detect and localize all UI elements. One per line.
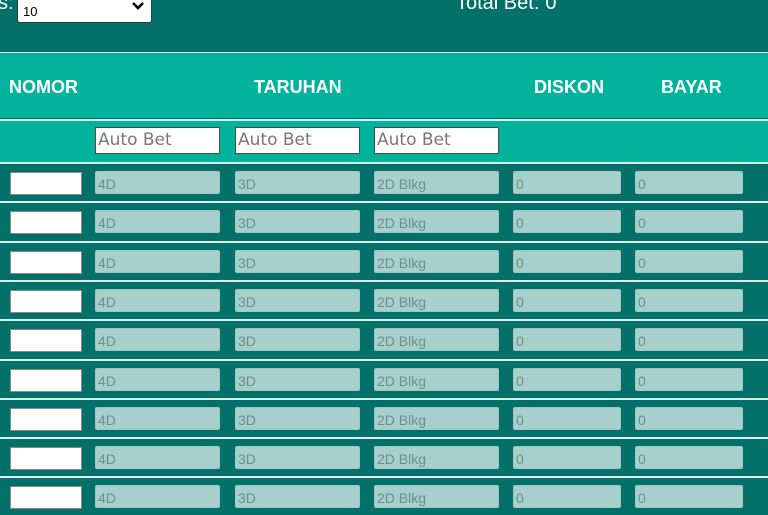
diskon-field[interactable]: 0	[513, 407, 621, 430]
bet-3d-input[interactable]: 3D	[235, 407, 360, 430]
table-row: 4D 3D 2D Blkg 0 0	[0, 162, 768, 201]
diskon-field[interactable]: 0	[513, 446, 621, 469]
nomor-input[interactable]	[10, 172, 82, 195]
bet-2d-input[interactable]: 2D Blkg	[374, 485, 499, 508]
auto-bet-3d-input[interactable]: Auto Bet	[235, 127, 360, 154]
diskon-field[interactable]: 0	[513, 289, 621, 312]
auto-bet-4d-input[interactable]: Auto Bet	[95, 127, 220, 154]
nomor-input[interactable]	[10, 211, 82, 234]
table-row: 4D 3D 2D Blkg 0 0	[0, 476, 768, 515]
nomor-input[interactable]	[10, 408, 82, 431]
bet-2d-input[interactable]: 2D Blkg	[374, 407, 499, 430]
table-row: 4D 3D 2D Blkg 0 0	[0, 437, 768, 476]
nomor-input[interactable]	[10, 447, 82, 470]
bet-2d-input[interactable]: 2D Blkg	[374, 328, 499, 351]
bayar-field[interactable]: 0	[635, 446, 743, 469]
diskon-field[interactable]: 0	[513, 171, 621, 194]
table-row: 4D 3D 2D Blkg 0 0	[0, 241, 768, 280]
total-bet: Total Bet: 0	[456, 0, 557, 15]
bet-4d-input[interactable]: 4D	[95, 210, 220, 233]
table-row: 4D 3D 2D Blkg 0 0	[0, 319, 768, 358]
bet-3d-input[interactable]: 3D	[235, 446, 360, 469]
auto-bet-row: Auto Bet Auto Bet Auto Bet	[0, 119, 768, 162]
bet-3d-input[interactable]: 3D	[235, 250, 360, 273]
bet-2d-input[interactable]: 2D Blkg	[374, 250, 499, 273]
bet-4d-input[interactable]: 4D	[95, 250, 220, 273]
rows-per-page-value: 10	[23, 4, 38, 19]
bet-2d-input[interactable]: 2D Blkg	[374, 446, 499, 469]
diskon-field[interactable]: 0	[513, 210, 621, 233]
nomor-input[interactable]	[10, 251, 82, 274]
header-taruhan: TARUHAN	[254, 77, 342, 97]
diskon-field[interactable]: 0	[513, 250, 621, 273]
nomor-input[interactable]	[10, 486, 82, 509]
bet-3d-input[interactable]: 3D	[235, 289, 360, 312]
bet-2d-input[interactable]: 2D Blkg	[374, 171, 499, 194]
bet-3d-input[interactable]: 3D	[235, 210, 360, 233]
auto-bet-2d-input[interactable]: Auto Bet	[374, 127, 499, 154]
bet-2d-input[interactable]: 2D Blkg	[374, 210, 499, 233]
nomor-input[interactable]	[10, 329, 82, 352]
bayar-field[interactable]: 0	[635, 368, 743, 391]
bet-4d-input[interactable]: 4D	[95, 407, 220, 430]
bet-4d-input[interactable]: 4D	[95, 368, 220, 391]
bet-4d-input[interactable]: 4D	[95, 289, 220, 312]
nomor-input[interactable]	[10, 290, 82, 313]
chevron-down-icon	[132, 2, 144, 10]
bayar-field[interactable]: 0	[635, 328, 743, 351]
header-diskon: DISKON	[534, 77, 605, 97]
bet-4d-input[interactable]: 4D	[95, 485, 220, 508]
bayar-field[interactable]: 0	[635, 210, 743, 233]
bet-4d-input[interactable]: 4D	[95, 446, 220, 469]
table-header: NOMOR TARUHAN DISKON BAYAR	[0, 52, 768, 118]
bet-3d-input[interactable]: 3D	[235, 171, 360, 194]
bayar-field[interactable]: 0	[635, 407, 743, 430]
bayar-field[interactable]: 0	[635, 485, 743, 508]
bayar-field[interactable]: 0	[635, 171, 743, 194]
bet-4d-input[interactable]: 4D	[95, 171, 220, 194]
diskon-field[interactable]: 0	[513, 485, 621, 508]
rows-per-page-select[interactable]: 10	[17, 0, 152, 23]
bet-3d-input[interactable]: 3D	[235, 485, 360, 508]
header-nomor: NOMOR	[9, 77, 78, 97]
bayar-field[interactable]: 0	[635, 250, 743, 273]
bet-3d-input[interactable]: 3D	[235, 328, 360, 351]
top-bar: s: 10 Total Bet: 0	[0, 0, 768, 52]
bet-3d-input[interactable]: 3D	[235, 368, 360, 391]
table-row: 4D 3D 2D Blkg 0 0	[0, 398, 768, 437]
total-bet-label: Total Bet:	[456, 0, 540, 14]
total-bet-value: 0	[545, 0, 557, 14]
bet-4d-input[interactable]: 4D	[95, 328, 220, 351]
diskon-field[interactable]: 0	[513, 368, 621, 391]
table-row: 4D 3D 2D Blkg 0 0	[0, 280, 768, 319]
diskon-field[interactable]: 0	[513, 328, 621, 351]
bet-2d-input[interactable]: 2D Blkg	[374, 368, 499, 391]
nomor-input[interactable]	[10, 369, 82, 392]
rows-label: s:	[0, 0, 14, 14]
table-row: 4D 3D 2D Blkg 0 0	[0, 359, 768, 398]
bayar-field[interactable]: 0	[635, 289, 743, 312]
bet-2d-input[interactable]: 2D Blkg	[374, 289, 499, 312]
header-bayar: BAYAR	[661, 77, 722, 97]
table-row: 4D 3D 2D Blkg 0 0	[0, 201, 768, 240]
